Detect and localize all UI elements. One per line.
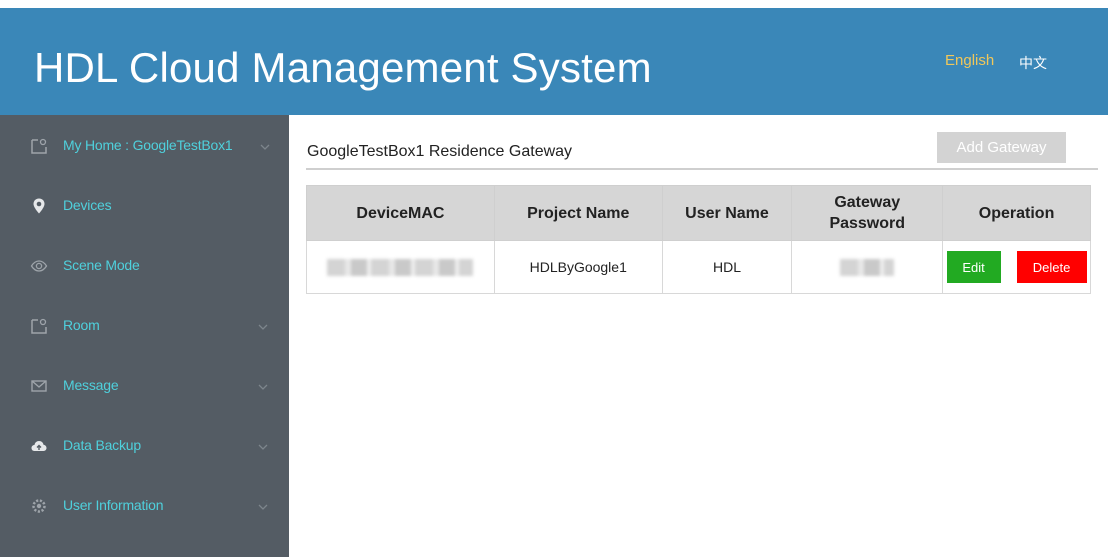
sidebar-item-scene-mode[interactable]: Scene Mode [0,235,289,295]
language-english-link[interactable]: English [945,52,994,69]
page-title: GoogleTestBox1 Residence Gateway [307,143,573,160]
device-mac-cell [306,240,495,294]
title-divider [306,168,1098,170]
sidebar-item-devices[interactable]: Devices [0,175,289,235]
sidebar-item-label: User Information [63,497,164,513]
sidebar-item-room[interactable]: Room [0,295,289,355]
delete-button[interactable]: Delete [1016,251,1087,283]
redacted-mac-value [327,258,474,276]
column-header-devicemac: DeviceMAC [306,185,495,241]
sidebar-item-label: Data Backup [63,437,141,453]
table-header-row: DeviceMAC Project Name User Name Gateway… [306,185,1091,241]
chevron-down-icon [257,499,269,510]
cloud-upload-icon [30,437,48,455]
add-gateway-button[interactable]: Add Gateway [937,132,1066,163]
user-name-cell: HDL [661,240,793,294]
column-header-project-name: Project Name [493,185,663,241]
chevron-down-icon [257,379,269,390]
redacted-password-value [840,258,895,276]
sidebar-item-label: My Home : GoogleTestBox1 [63,137,233,153]
sidebar-item-label: Room [63,317,100,333]
home-outline-icon [30,137,48,155]
envelope-icon [30,377,48,395]
column-header-gateway-password: Gateway Password [791,185,944,241]
app-header: HDL Cloud Management System English 中文 [0,8,1108,115]
app-title: HDL Cloud Management System [34,44,652,91]
sidebar-item-my-home[interactable]: My Home : GoogleTestBox1 [0,115,289,175]
top-gap [0,0,1108,8]
room-outline-icon [30,317,48,335]
table-row: HDLByGoogle1 HDL Edit Delete [306,240,1091,294]
sidebar: My Home : GoogleTestBox1 Devices Scene M… [0,115,289,557]
sidebar-item-label: Devices [63,197,112,213]
project-name-cell: HDLByGoogle1 [493,240,663,294]
gateway-password-header-text: Gateway Password [829,194,906,232]
sidebar-item-label: Message [63,377,119,393]
sidebar-item-label: Scene Mode [63,257,140,273]
main-content: GoogleTestBox1 Residence Gateway Add Gat… [289,115,1108,557]
gateway-password-cell [791,240,944,294]
language-chinese-link[interactable]: 中文 [1019,53,1047,73]
column-header-user-name: User Name [661,185,793,241]
column-header-operation: Operation [942,185,1091,241]
operation-cell: Edit Delete [942,240,1091,294]
location-pin-icon [30,197,48,215]
chevron-down-icon [257,439,269,450]
sidebar-item-user-information[interactable]: User Information [0,475,289,535]
sidebar-item-message[interactable]: Message [0,355,289,415]
edit-button[interactable]: Edit [946,251,1001,283]
gear-icon [30,497,48,515]
chevron-down-icon [259,139,271,150]
chevron-down-icon [257,319,269,330]
eye-icon [30,257,48,275]
sidebar-item-data-backup[interactable]: Data Backup [0,415,289,475]
gateway-table: DeviceMAC Project Name User Name Gateway… [306,185,1091,294]
